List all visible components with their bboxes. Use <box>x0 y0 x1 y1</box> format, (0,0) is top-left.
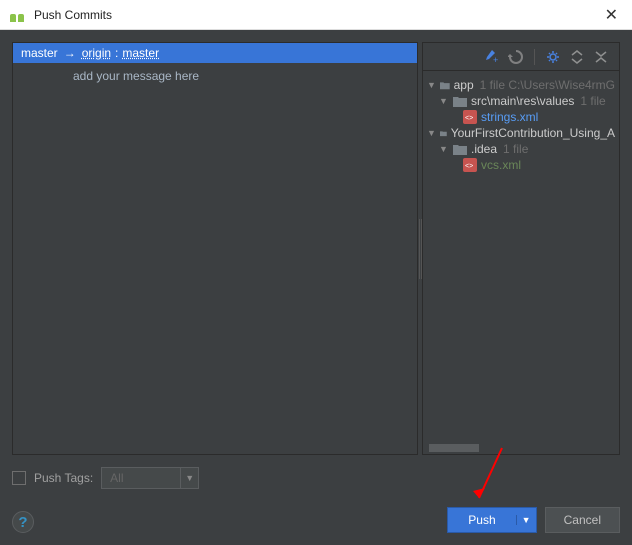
file-name: strings.xml <box>481 110 538 124</box>
node-label: src\main\res\values <box>471 94 574 108</box>
push-tags-checkbox[interactable] <box>12 471 26 485</box>
svg-text:<>: <> <box>465 163 473 170</box>
tree-node-app[interactable]: ▼ app 1 file C:\Users\Wise4rmG <box>427 77 615 93</box>
toolbar-separator <box>534 49 535 65</box>
tree-leaf-strings[interactable]: <> strings.xml <box>427 109 615 125</box>
svg-text:<>: <> <box>465 115 473 122</box>
remote-name[interactable]: origin <box>82 46 111 60</box>
splitter-handle[interactable] <box>418 42 422 455</box>
local-branch: master <box>21 46 58 60</box>
file-name: vcs.xml <box>481 158 521 172</box>
tree-node-project[interactable]: ▼ YourFirstContribution_Using_A <box>427 125 615 141</box>
chevron-down-icon[interactable]: ▼ <box>180 468 198 488</box>
android-logo-icon <box>8 8 26 22</box>
arrow-icon: → <box>64 46 76 60</box>
edit-source-icon[interactable]: + <box>484 49 500 65</box>
svg-text:+: + <box>493 55 498 65</box>
push-dropdown-icon[interactable]: ▼ <box>516 515 536 525</box>
chevron-down-icon[interactable]: ▼ <box>427 80 436 90</box>
remote-branch[interactable]: master <box>122 46 159 60</box>
chevron-down-icon[interactable]: ▼ <box>439 96 449 106</box>
node-label: app <box>454 78 474 92</box>
titlebar: Push Commits ✕ <box>0 0 632 30</box>
dialog-content: master → origin : master add your messag… <box>0 30 632 545</box>
dialog-footer: Push Tags: All ▼ ? Push ▼ Cancel <box>12 463 620 533</box>
separator: : <box>115 46 118 60</box>
expand-all-icon[interactable] <box>569 49 585 65</box>
chevron-down-icon[interactable]: ▼ <box>439 144 449 154</box>
revert-icon[interactable] <box>508 49 524 65</box>
folder-icon <box>440 128 447 139</box>
commits-panel: master → origin : master add your messag… <box>12 42 418 455</box>
help-button[interactable]: ? <box>12 511 34 533</box>
gear-icon[interactable] <box>545 49 561 65</box>
node-label: YourFirstContribution_Using_A <box>451 126 615 140</box>
node-meta: 1 file <box>503 142 528 156</box>
cancel-button[interactable]: Cancel <box>545 507 620 533</box>
folder-icon <box>440 80 450 91</box>
push-tags-label: Push Tags: <box>34 471 93 485</box>
folder-icon <box>453 144 467 155</box>
xml-file-icon: <> <box>463 158 477 172</box>
files-toolbar: + <box>423 43 619 71</box>
node-meta: 1 file C:\Users\Wise4rmG <box>480 78 615 92</box>
xml-file-icon: <> <box>463 110 477 124</box>
window-title: Push Commits <box>34 8 599 22</box>
branch-spec-row[interactable]: master → origin : master <box>13 43 417 63</box>
folder-icon <box>453 96 467 107</box>
commit-message[interactable]: add your message here <box>13 63 417 89</box>
push-button[interactable]: Push ▼ <box>447 507 536 533</box>
file-tree[interactable]: ▼ app 1 file C:\Users\Wise4rmG ▼ src\mai… <box>423 71 619 444</box>
chevron-down-icon[interactable]: ▼ <box>427 128 436 138</box>
node-meta: 1 file <box>580 94 605 108</box>
horizontal-scrollbar[interactable] <box>423 444 619 454</box>
files-panel: + ▼ app 1 file C:\Users\Wise4rmG ▼ src\m… <box>422 42 620 455</box>
tags-combo[interactable]: All ▼ <box>101 467 199 489</box>
collapse-all-icon[interactable] <box>593 49 609 65</box>
close-icon[interactable]: ✕ <box>599 5 624 25</box>
tree-leaf-vcs[interactable]: <> vcs.xml <box>427 157 615 173</box>
push-tags-row: Push Tags: All ▼ <box>12 467 620 489</box>
tree-node-src[interactable]: ▼ src\main\res\values 1 file <box>427 93 615 109</box>
combo-value: All <box>102 471 180 485</box>
node-label: .idea <box>471 142 497 156</box>
push-button-label: Push <box>448 513 515 527</box>
tree-node-idea[interactable]: ▼ .idea 1 file <box>427 141 615 157</box>
